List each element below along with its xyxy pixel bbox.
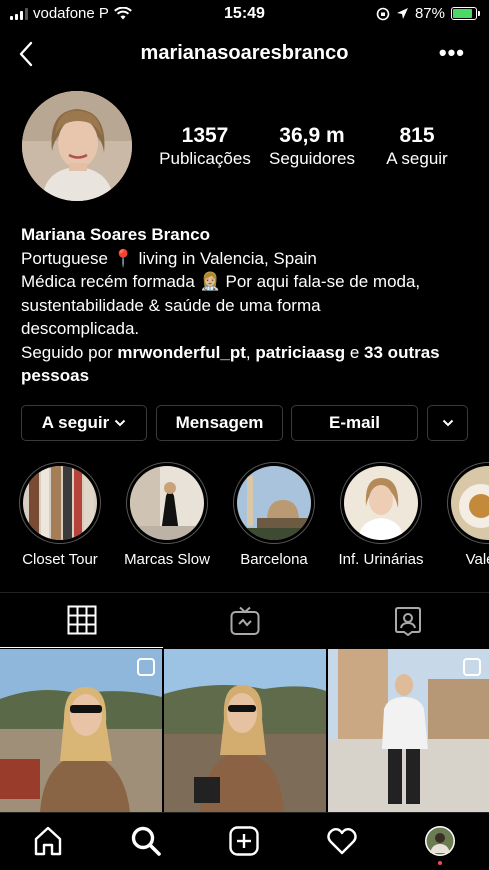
profile-username: marianasoaresbranco — [140, 42, 349, 64]
orientation-lock-icon — [376, 7, 390, 20]
followers-count-value: 36,9 m — [279, 124, 345, 147]
tagged-icon — [394, 606, 421, 636]
bio-line-1: Portuguese 📍 living in Valencia, Spain — [21, 247, 481, 271]
followed-user-2[interactable]: patriciaasg — [255, 343, 345, 362]
post-thumbnail[interactable] — [328, 649, 489, 812]
email-button[interactable]: E-mail — [291, 405, 418, 441]
add-post-icon — [229, 826, 259, 856]
profile-stats: 1357 Publicações 36,9 m Seguidores 815 A… — [150, 124, 470, 174]
highlight-barcelona[interactable]: Barcelona — [224, 462, 324, 568]
home-icon — [34, 826, 62, 856]
following-count[interactable]: 815 A seguir — [372, 124, 462, 169]
message-button[interactable]: Mensagem — [156, 405, 283, 441]
search-icon — [131, 826, 161, 856]
followed-and: e — [349, 342, 360, 362]
nav-new-post[interactable] — [226, 823, 262, 859]
highlight-ring — [447, 462, 489, 544]
followed-by-prefix: Seguido por — [21, 342, 113, 362]
nav-profile[interactable] — [422, 823, 458, 865]
suggestions-dropdown-button[interactable] — [427, 405, 468, 441]
grid-icon — [67, 605, 96, 635]
highlight-marcas-slow[interactable]: Marcas Slow — [117, 462, 217, 568]
more-options-button[interactable]: ••• — [439, 40, 465, 66]
profile-tabs — [0, 592, 489, 648]
status-bar: vodafone P 15:49 87% — [0, 0, 489, 30]
highlight-cover — [130, 466, 204, 540]
doctor-emoji: 👩🏼‍⚕️ — [199, 272, 221, 291]
nav-activity[interactable] — [324, 823, 360, 859]
highlight-cover — [237, 466, 311, 540]
ellipsis-icon: ••• — [438, 40, 465, 65]
message-button-label: Mensagem — [175, 413, 264, 432]
heart-icon — [327, 827, 357, 855]
followed-by[interactable]: Seguido por mrwonderful_pt, patriciaasg … — [21, 341, 481, 388]
highlight-cover — [451, 466, 489, 540]
highlight-label: Barcelona — [240, 551, 308, 568]
highlight-cover — [23, 466, 97, 540]
post-thumbnail[interactable] — [164, 649, 326, 812]
chevron-down-icon — [114, 419, 126, 427]
profile-avatar-icon — [425, 826, 455, 856]
following-count-value: 815 — [399, 124, 435, 147]
posts-count[interactable]: 1357 Publicações — [150, 124, 260, 169]
bottom-navigation — [0, 812, 489, 870]
profile-full-name: Mariana Soares Branco — [21, 225, 210, 244]
bio-line-1-end: living in Valencia, Spain — [138, 248, 317, 268]
following-button[interactable]: A seguir — [21, 405, 147, 441]
highlight-closet-tour[interactable]: Closet Tour — [10, 462, 110, 568]
email-button-label: E-mail — [328, 413, 381, 432]
highlight-label: Valenc — [465, 551, 489, 568]
highlight-label: Marcas Slow — [124, 551, 210, 568]
following-count-label: A seguir — [386, 149, 448, 168]
bio-line-2: Médica recém formada 👩🏼‍⚕️ Por aqui fala… — [21, 270, 481, 294]
bio-line-2-start: Médica recém formada — [21, 272, 195, 291]
tab-posts-grid[interactable] — [0, 593, 163, 648]
posts-count-label: Publicações — [159, 149, 251, 168]
nav-home[interactable] — [30, 823, 66, 859]
status-right: 87% — [376, 5, 480, 22]
highlight-ring — [19, 462, 101, 544]
profile-header: marianasoaresbranco ••• — [0, 36, 489, 76]
battery-fill — [453, 9, 473, 18]
bio-line-1-start: Portuguese — [21, 248, 108, 268]
followed-separator: , — [245, 342, 251, 362]
bio-line-3: sustentabilidade & saúde de uma forma — [21, 295, 321, 315]
highlight-ring — [233, 462, 315, 544]
location-icon — [396, 8, 408, 19]
highlight-ring — [126, 462, 208, 544]
followers-count-label: Seguidores — [268, 149, 355, 168]
chevron-down-icon — [442, 419, 453, 427]
following-button-label: A seguir — [41, 413, 110, 432]
followed-user-1[interactable]: mrwonderful_pt — [117, 343, 245, 362]
tab-igtv[interactable] — [163, 593, 326, 648]
battery-icon — [451, 7, 480, 20]
story-highlights: Closet Tour Marcas Slow Barcelona Inf. U… — [0, 462, 489, 572]
highlight-ring — [340, 462, 422, 544]
posts-grid — [0, 649, 489, 812]
post-thumbnail[interactable] — [0, 649, 162, 812]
highlight-cover — [344, 466, 418, 540]
pin-emoji: 📍 — [112, 248, 134, 268]
tab-tagged[interactable] — [326, 593, 489, 648]
highlight-valencia[interactable]: Valenc — [438, 462, 489, 568]
profile-photo — [22, 91, 132, 201]
followers-count[interactable]: 36,9 m Seguidores — [260, 124, 364, 169]
highlight-inf-urinarias[interactable]: Inf. Urinárias — [331, 462, 431, 568]
profile-avatar[interactable] — [22, 91, 132, 201]
highlight-label: Closet Tour — [22, 551, 98, 568]
posts-count-value: 1357 — [181, 124, 229, 147]
bio-line-4: descomplicada. — [21, 319, 140, 338]
nav-search[interactable] — [128, 823, 164, 859]
notification-dot — [438, 861, 442, 865]
highlight-label: Inf. Urinárias — [338, 551, 424, 568]
profile-bio: Mariana Soares Branco Portuguese 📍 livin… — [21, 223, 481, 388]
igtv-icon — [230, 606, 259, 635]
bio-line-2-end: Por aqui fala-se de moda, — [225, 272, 421, 291]
battery-percent: 87% — [414, 5, 445, 22]
